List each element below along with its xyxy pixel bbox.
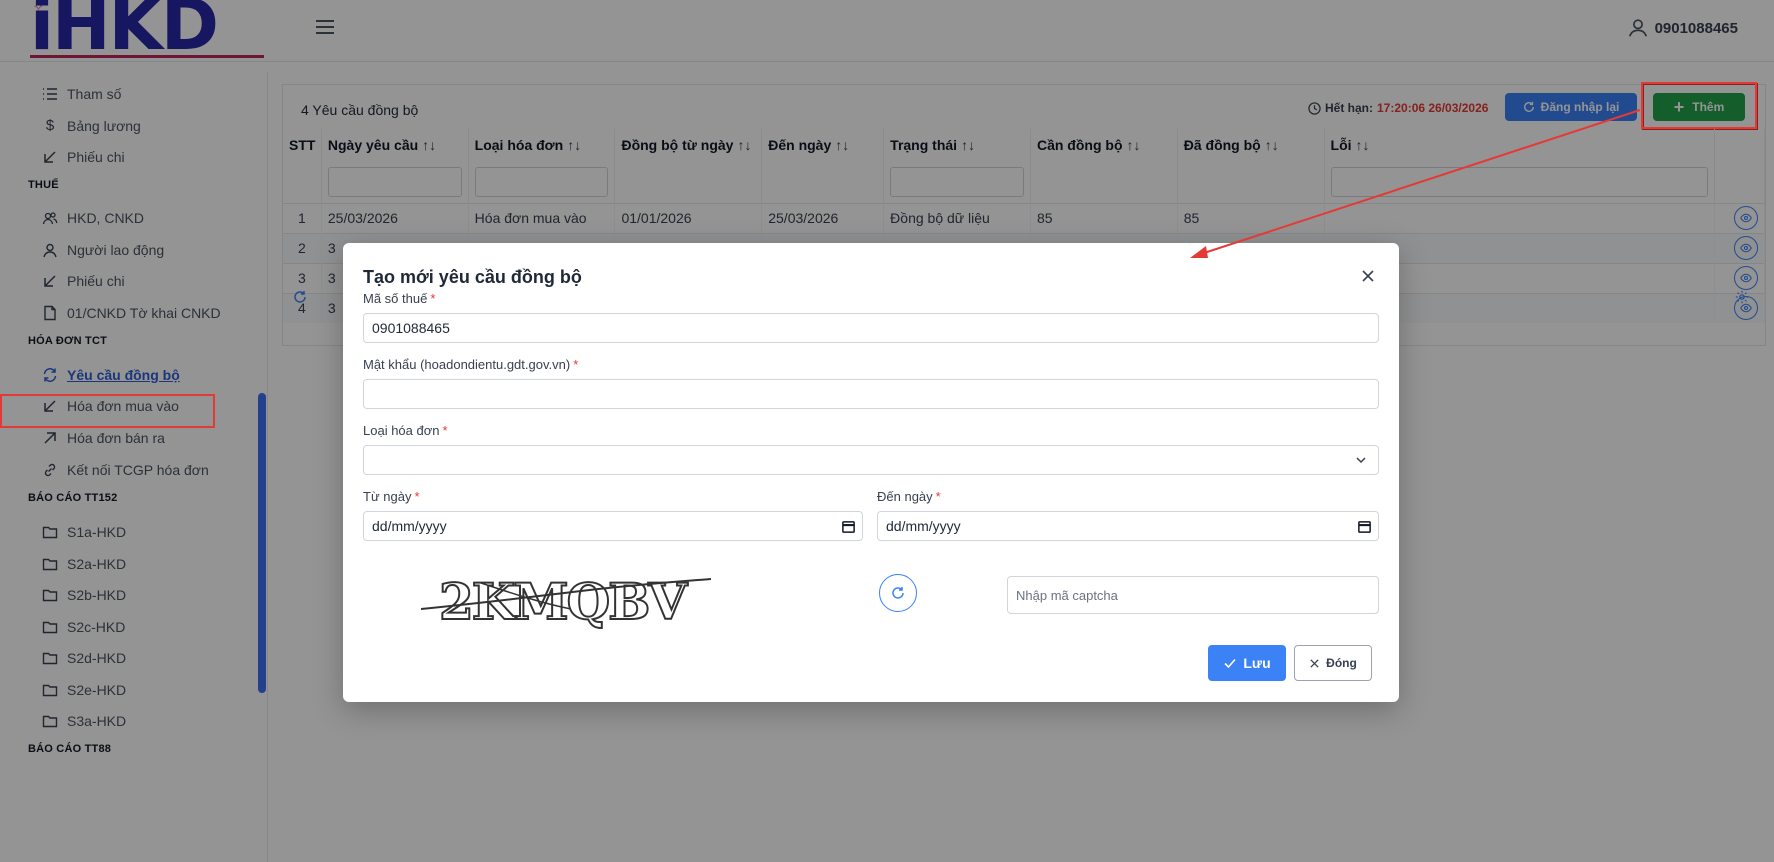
password-input[interactable]	[363, 379, 1379, 409]
save-label: Lưu	[1243, 655, 1271, 671]
to-date-value: dd/mm/yyyy	[886, 518, 961, 534]
chevron-down-icon	[1354, 453, 1368, 467]
to-date-input[interactable]: dd/mm/yyyy	[877, 511, 1379, 541]
password-label: Mật khẩu (hoadondientu.gdt.gov.vn) *	[363, 357, 579, 372]
sidebar-annotation	[0, 394, 215, 428]
close-icon	[1309, 658, 1320, 669]
captcha-text: 2KMQBV	[439, 572, 688, 631]
captcha-image: 2KMQBV	[421, 563, 711, 633]
close-button[interactable]: Đóng	[1294, 645, 1372, 681]
invoice-type-label: Loại hóa đơn *	[363, 423, 448, 438]
from-date-input[interactable]: dd/mm/yyyy	[363, 511, 863, 541]
close-icon[interactable]	[1359, 267, 1377, 285]
refresh-icon	[891, 586, 905, 600]
mst-label: Mã số thuế *	[363, 291, 436, 306]
invoice-type-select[interactable]	[363, 445, 1379, 475]
calendar-icon[interactable]	[1357, 519, 1372, 534]
from-date-label: Từ ngày *	[363, 489, 420, 504]
captcha-refresh-button[interactable]	[879, 574, 917, 612]
to-date-label: Đến ngày *	[877, 489, 941, 504]
from-date-value: dd/mm/yyyy	[372, 518, 447, 534]
mst-input[interactable]: 0901088465	[363, 313, 1379, 343]
add-button-annotation	[1641, 82, 1757, 129]
check-icon	[1223, 656, 1237, 670]
create-sync-request-dialog: Tạo mới yêu cầu đồng bộ Mã số thuế * 0901…	[343, 243, 1399, 702]
save-button[interactable]: Lưu	[1208, 645, 1286, 681]
captcha-input[interactable]: Nhập mã captcha	[1007, 576, 1379, 614]
calendar-icon[interactable]	[841, 519, 856, 534]
close-label: Đóng	[1326, 656, 1357, 670]
dialog-title: Tạo mới yêu cầu đồng bộ	[363, 267, 582, 287]
